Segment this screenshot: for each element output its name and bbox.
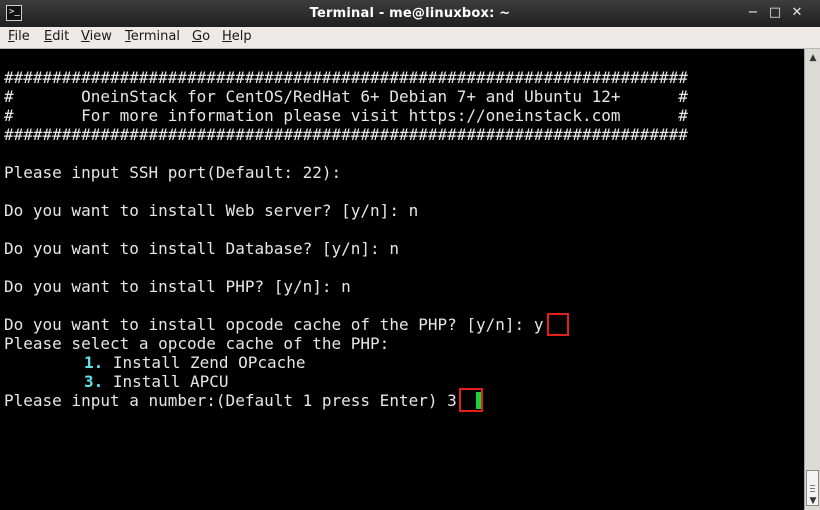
select-opcode-prompt: Please select a opcode cache of the PHP: <box>4 334 390 353</box>
php-prompt: Do you want to install PHP? [y/n]: n <box>4 277 351 296</box>
banner-line-title: # OneinStack for CentOS/RedHat 6+ Debian… <box>4 87 688 106</box>
menu-help[interactable]: Help <box>222 29 252 44</box>
opcode-cache-prompt: Do you want to install opcode cache of t… <box>4 315 544 334</box>
ssh-port-prompt: Please input SSH port(Default: 22): <box>4 163 342 182</box>
menu-edit[interactable]: Edit <box>44 29 69 44</box>
terminal-window: >_ Terminal - me@linuxbox: ~ − □ ✕ File … <box>0 0 820 510</box>
terminal-output[interactable]: ########################################… <box>0 49 804 510</box>
web-server-prompt: Do you want to install Web server? [y/n]… <box>4 201 419 220</box>
database-prompt: Do you want to install Database? [y/n]: … <box>4 239 399 258</box>
option-number: 1. <box>84 353 104 372</box>
banner-border-bottom: ########################################… <box>4 125 688 144</box>
menu-terminal[interactable]: Terminal <box>125 29 180 44</box>
menu-go[interactable]: Go <box>192 29 210 44</box>
scroll-up-icon[interactable]: ▲ <box>806 51 820 65</box>
window-title: Terminal - me@linuxbox: ~ <box>309 6 511 21</box>
option-apcu: 3. Install APCU <box>84 372 229 391</box>
vertical-scrollbar[interactable]: ▲ ▼ <box>804 49 820 510</box>
menu-view[interactable]: View <box>81 29 112 44</box>
banner-line-info: # For more information please visit http… <box>4 106 688 125</box>
opcode-answer: y <box>533 315 544 334</box>
highlight-box-number-answer <box>459 388 483 412</box>
menu-file[interactable]: File <box>8 29 30 44</box>
banner-border-top: ########################################… <box>4 68 688 87</box>
option-zend-opcache: 1. Install Zend OPcache <box>84 353 306 372</box>
number-prompt: Please input a number:(Default 1 press E… <box>4 391 457 410</box>
highlight-box-opcode-answer <box>547 313 569 336</box>
scroll-down-icon[interactable]: ▼ <box>806 494 820 508</box>
title-bar[interactable]: >_ Terminal - me@linuxbox: ~ − □ ✕ <box>0 0 820 27</box>
number-answer: 3 <box>447 391 457 410</box>
close-icon[interactable]: ✕ <box>788 4 806 22</box>
minimize-icon[interactable]: − <box>744 4 762 22</box>
option-number: 3. <box>84 372 104 391</box>
menu-bar: File Edit View Terminal Go Help <box>0 27 820 49</box>
maximize-icon[interactable]: □ <box>766 4 784 22</box>
